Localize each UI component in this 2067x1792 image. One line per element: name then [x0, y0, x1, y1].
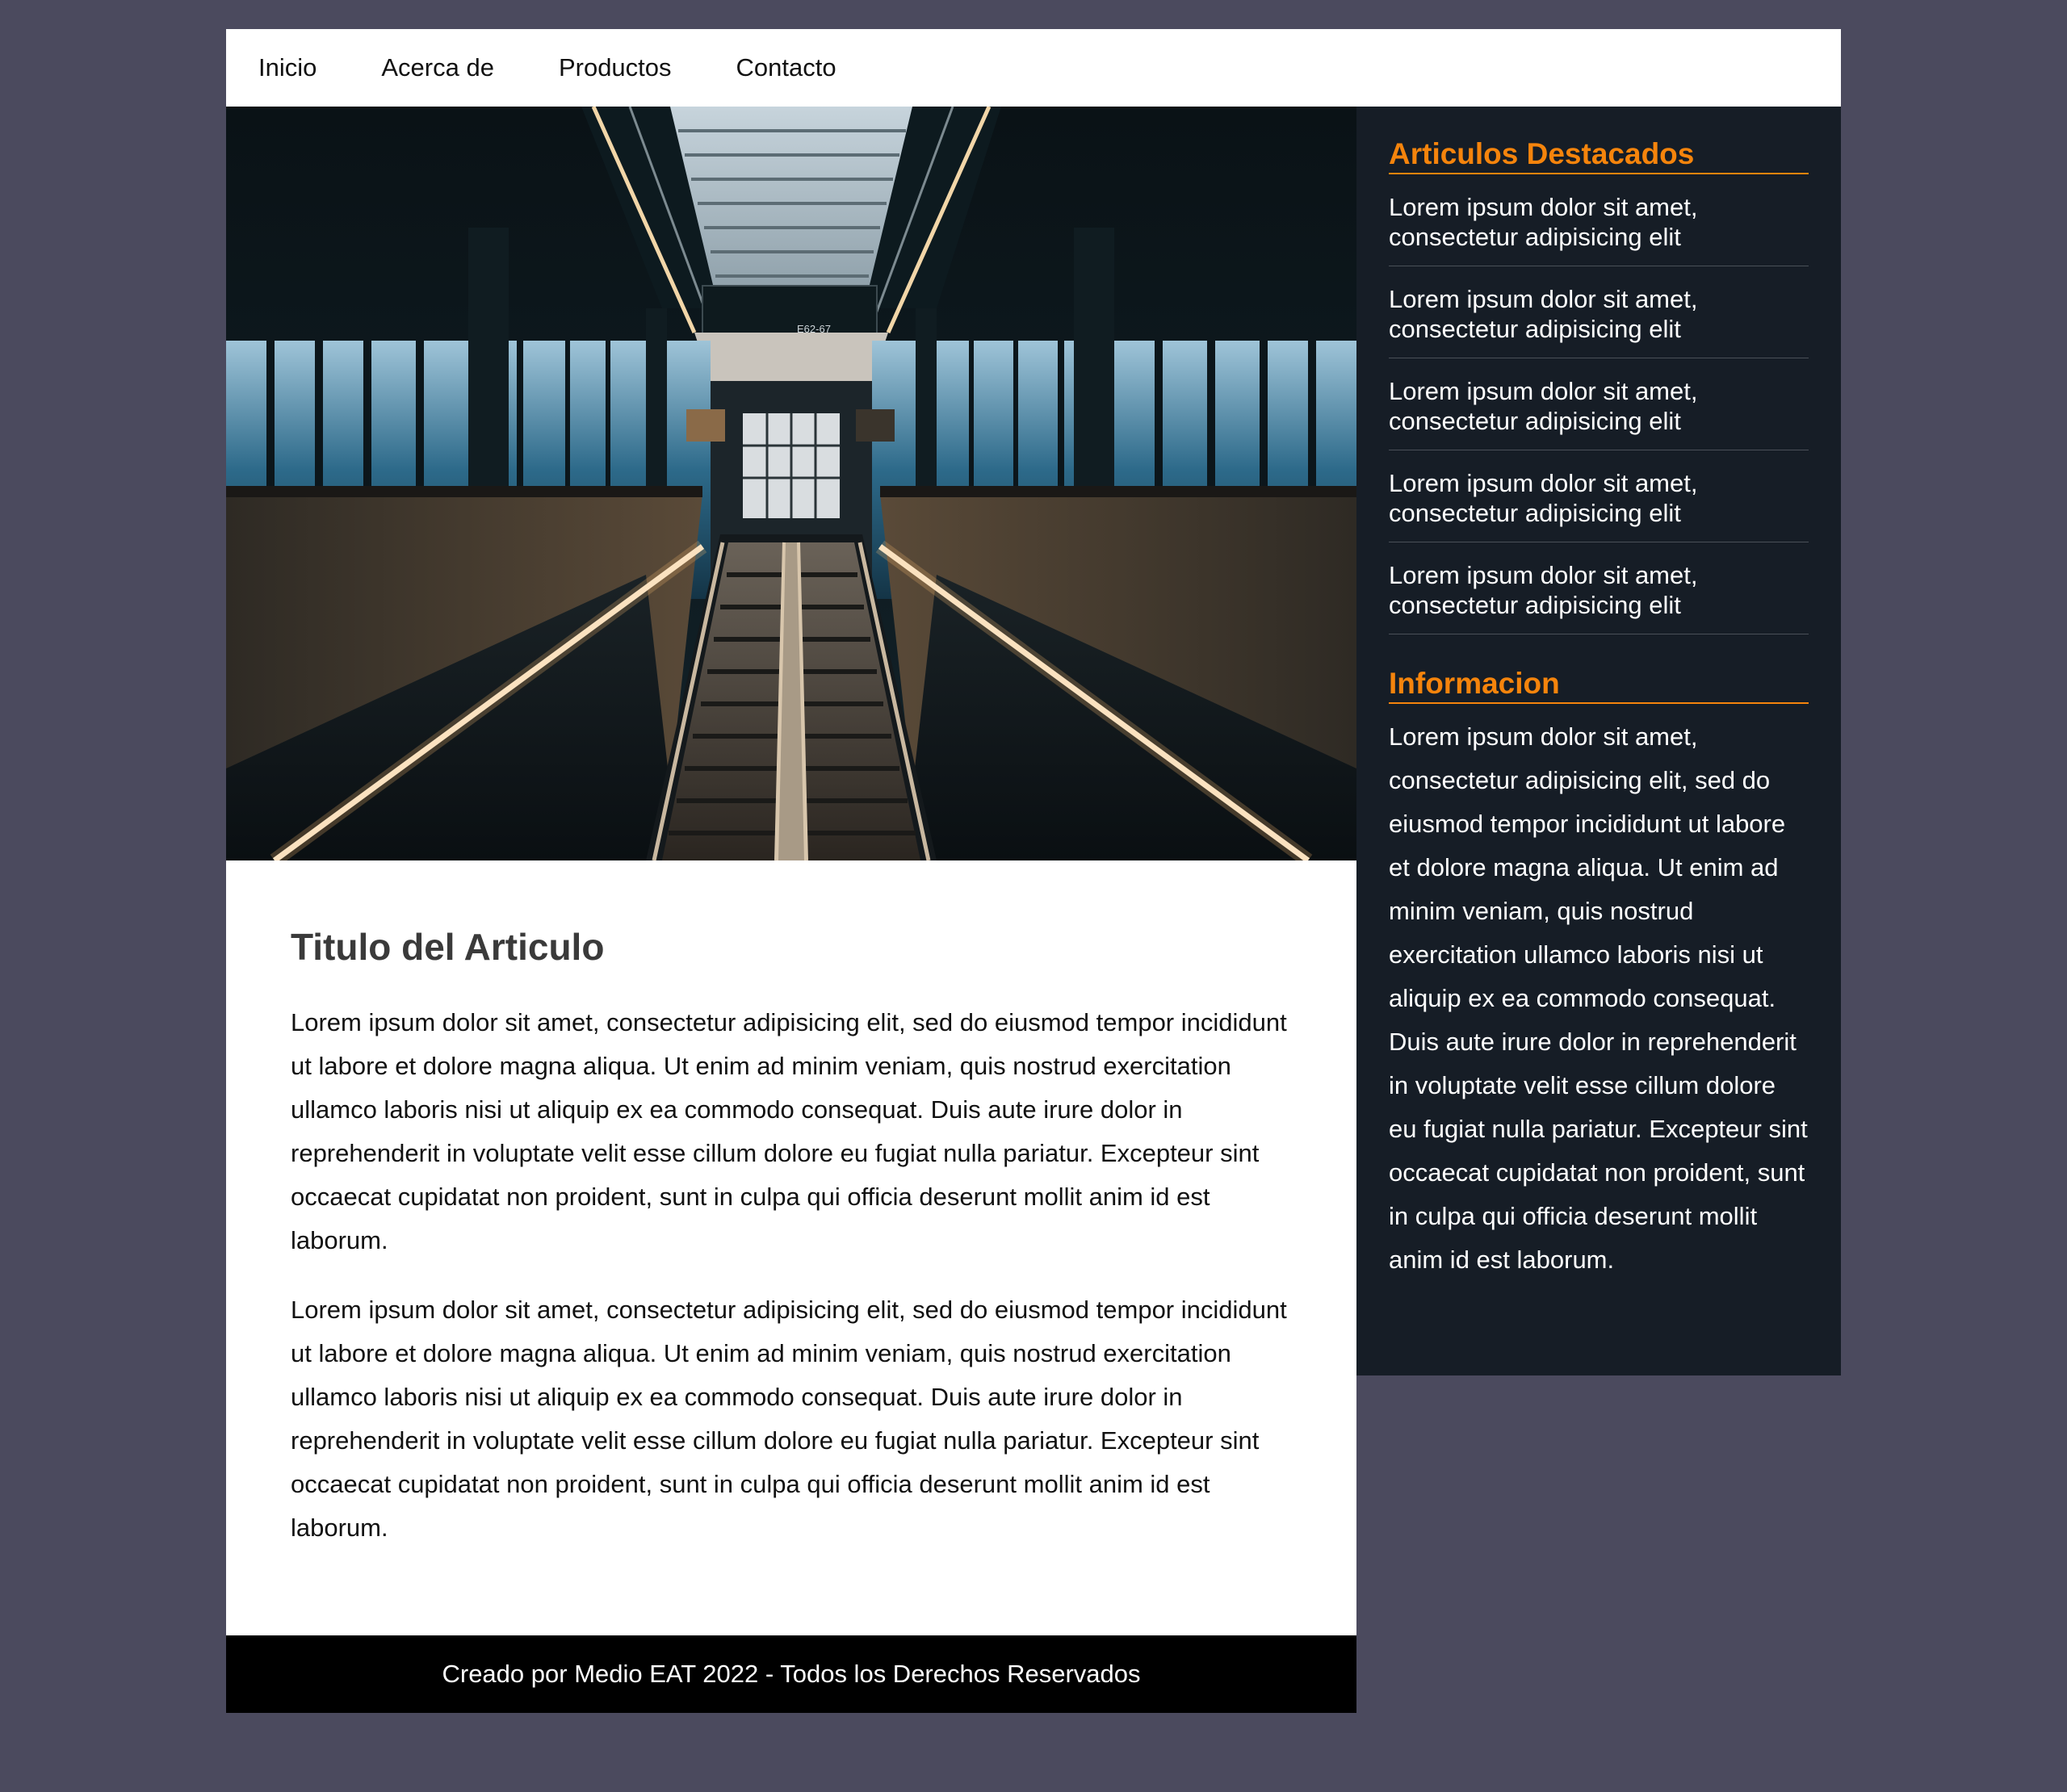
- featured-articles-list: Lorem ipsum dolor sit amet, consectetur …: [1389, 174, 1809, 634]
- top-nav: Inicio Acerca de Productos Contacto: [226, 29, 1841, 107]
- featured-article-link[interactable]: Lorem ipsum dolor sit amet, consectetur …: [1389, 174, 1809, 266]
- hero-image-escalator-station: E62-67: [226, 107, 1356, 860]
- footer: Creado por Medio EAT 2022 - Todos los De…: [226, 1635, 1356, 1713]
- content-columns: E62-67 Titulo del Articulo Lorem ipsum d…: [226, 107, 1841, 1792]
- footer-copyright: Creado por Medio EAT 2022 - Todos los De…: [442, 1660, 1141, 1688]
- featured-article-link[interactable]: Lorem ipsum dolor sit amet, consectetur …: [1389, 358, 1809, 450]
- nav-item-contacto[interactable]: Contacto: [736, 53, 836, 82]
- article-title: Titulo del Articulo: [291, 926, 605, 968]
- page: Inicio Acerca de Productos Contacto E62-…: [226, 29, 1841, 1792]
- sidebar: Articulos Destacados Lorem ipsum dolor s…: [1356, 107, 1841, 1375]
- nav-item-inicio[interactable]: Inicio: [258, 53, 317, 82]
- main-content: E62-67 Titulo del Articulo Lorem ipsum d…: [226, 107, 1356, 1713]
- featured-article-link[interactable]: Lorem ipsum dolor sit amet, consectetur …: [1389, 450, 1809, 542]
- article-paragraph: Lorem ipsum dolor sit amet, consectetur …: [291, 1296, 1287, 1542]
- featured-article-link[interactable]: Lorem ipsum dolor sit amet, consectetur …: [1389, 266, 1809, 358]
- article: Titulo del Articulo Lorem ipsum dolor si…: [226, 860, 1356, 1635]
- featured-articles-heading: Articulos Destacados: [1389, 137, 1809, 174]
- information-text: Lorem ipsum dolor sit amet, consectetur …: [1389, 722, 1808, 1274]
- nav-item-productos[interactable]: Productos: [559, 53, 672, 82]
- article-paragraph: Lorem ipsum dolor sit amet, consectetur …: [291, 1008, 1287, 1254]
- nav-item-acerca-de[interactable]: Acerca de: [381, 53, 494, 82]
- information-heading: Informacion: [1389, 667, 1809, 704]
- featured-article-link[interactable]: Lorem ipsum dolor sit amet, consectetur …: [1389, 542, 1809, 634]
